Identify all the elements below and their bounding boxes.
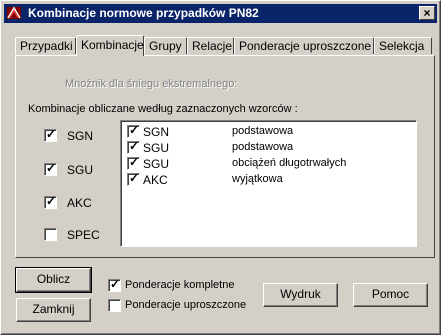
- list-item-checkbox[interactable]: ✓: [127, 155, 140, 170]
- tab-grupy[interactable]: Grupy: [144, 37, 187, 54]
- tab-przypadki[interactable]: Przypadki: [15, 37, 76, 54]
- check-icon: ✓: [129, 123, 140, 137]
- list-item[interactable]: ✓ SGU obciążeń długotrwałych: [127, 155, 407, 172]
- pattern-sgu-checkbox[interactable]: ✓: [44, 161, 57, 176]
- window-title: Kombinacje normowe przypadków PN82: [28, 6, 259, 20]
- pattern-spec-label: SPEC: [67, 228, 100, 242]
- tab-selekcja[interactable]: Selekcja: [374, 37, 432, 54]
- calculate-button[interactable]: Oblicz: [15, 267, 92, 293]
- close-button[interactable]: Zamknij: [16, 298, 91, 322]
- list-item-desc: podstawowa: [232, 125, 294, 137]
- ponderacje-uproszczone-label: Ponderacje uproszczone: [125, 299, 247, 311]
- check-icon: ✓: [46, 127, 57, 141]
- print-button[interactable]: Wydruk: [263, 283, 338, 307]
- title-bar[interactable]: Kombinacje normowe przypadków PN82 ×: [4, 4, 437, 23]
- tab-ponderacje-uproszczone[interactable]: Ponderacje uproszczone: [234, 37, 374, 54]
- check-icon: ✓: [110, 277, 121, 291]
- help-button[interactable]: Pomoc: [353, 283, 428, 307]
- pattern-sgn-label: SGN: [67, 129, 94, 143]
- tab-relacje[interactable]: Relacje: [187, 37, 234, 54]
- pattern-spec-checkbox[interactable]: [44, 228, 57, 241]
- list-item[interactable]: ✓ AKC wyjątkowa: [127, 171, 407, 188]
- check-icon: ✓: [46, 194, 57, 208]
- pattern-sgn-checkbox[interactable]: ✓: [44, 127, 57, 142]
- list-item-desc: obciążeń długotrwałych: [232, 157, 347, 169]
- ponderacje-uproszczone-checkbox[interactable]: [108, 299, 121, 312]
- list-item-checkbox[interactable]: ✓: [127, 123, 140, 138]
- check-icon: ✓: [46, 161, 57, 175]
- dialog-window: Kombinacje normowe przypadków PN82 × Prz…: [0, 0, 441, 335]
- snow-multiplier-label: Mnożnik dla śniegu ekstremalnego:: [65, 78, 238, 90]
- list-item-desc: wyjątkowa: [232, 173, 283, 185]
- patterns-group-label: Kombinacje obliczane według zaznaczonych…: [28, 103, 298, 115]
- pattern-akc-label: AKC: [67, 196, 92, 210]
- list-item-name: SGN: [143, 125, 170, 139]
- app-icon: [7, 6, 21, 19]
- list-item-name: SGU: [143, 157, 170, 171]
- pattern-sgu-label: SGU: [67, 163, 94, 177]
- list-item-name: AKC: [143, 173, 168, 187]
- list-item[interactable]: ✓ SGU podstawowa: [127, 139, 407, 156]
- check-icon: ✓: [129, 171, 140, 185]
- list-item-desc: podstawowa: [232, 141, 294, 153]
- pattern-akc-checkbox[interactable]: ✓: [44, 194, 57, 209]
- combinations-listbox[interactable]: ✓ SGN podstawowa ✓ SGU podstawowa ✓ SGU …: [120, 120, 417, 247]
- tab-kombinacje[interactable]: Kombinacje: [76, 35, 144, 56]
- list-item-checkbox[interactable]: ✓: [127, 139, 140, 154]
- list-item-name: SGU: [143, 141, 170, 155]
- list-item-checkbox[interactable]: ✓: [127, 171, 140, 186]
- check-icon: ✓: [129, 139, 140, 153]
- ponderacje-kompletne-label: Ponderacje kompletne: [125, 279, 235, 291]
- check-icon: ✓: [129, 155, 140, 169]
- ponderacje-kompletne-checkbox[interactable]: ✓: [108, 277, 121, 292]
- list-item[interactable]: ✓ SGN podstawowa: [127, 123, 407, 140]
- close-icon[interactable]: ×: [419, 6, 435, 20]
